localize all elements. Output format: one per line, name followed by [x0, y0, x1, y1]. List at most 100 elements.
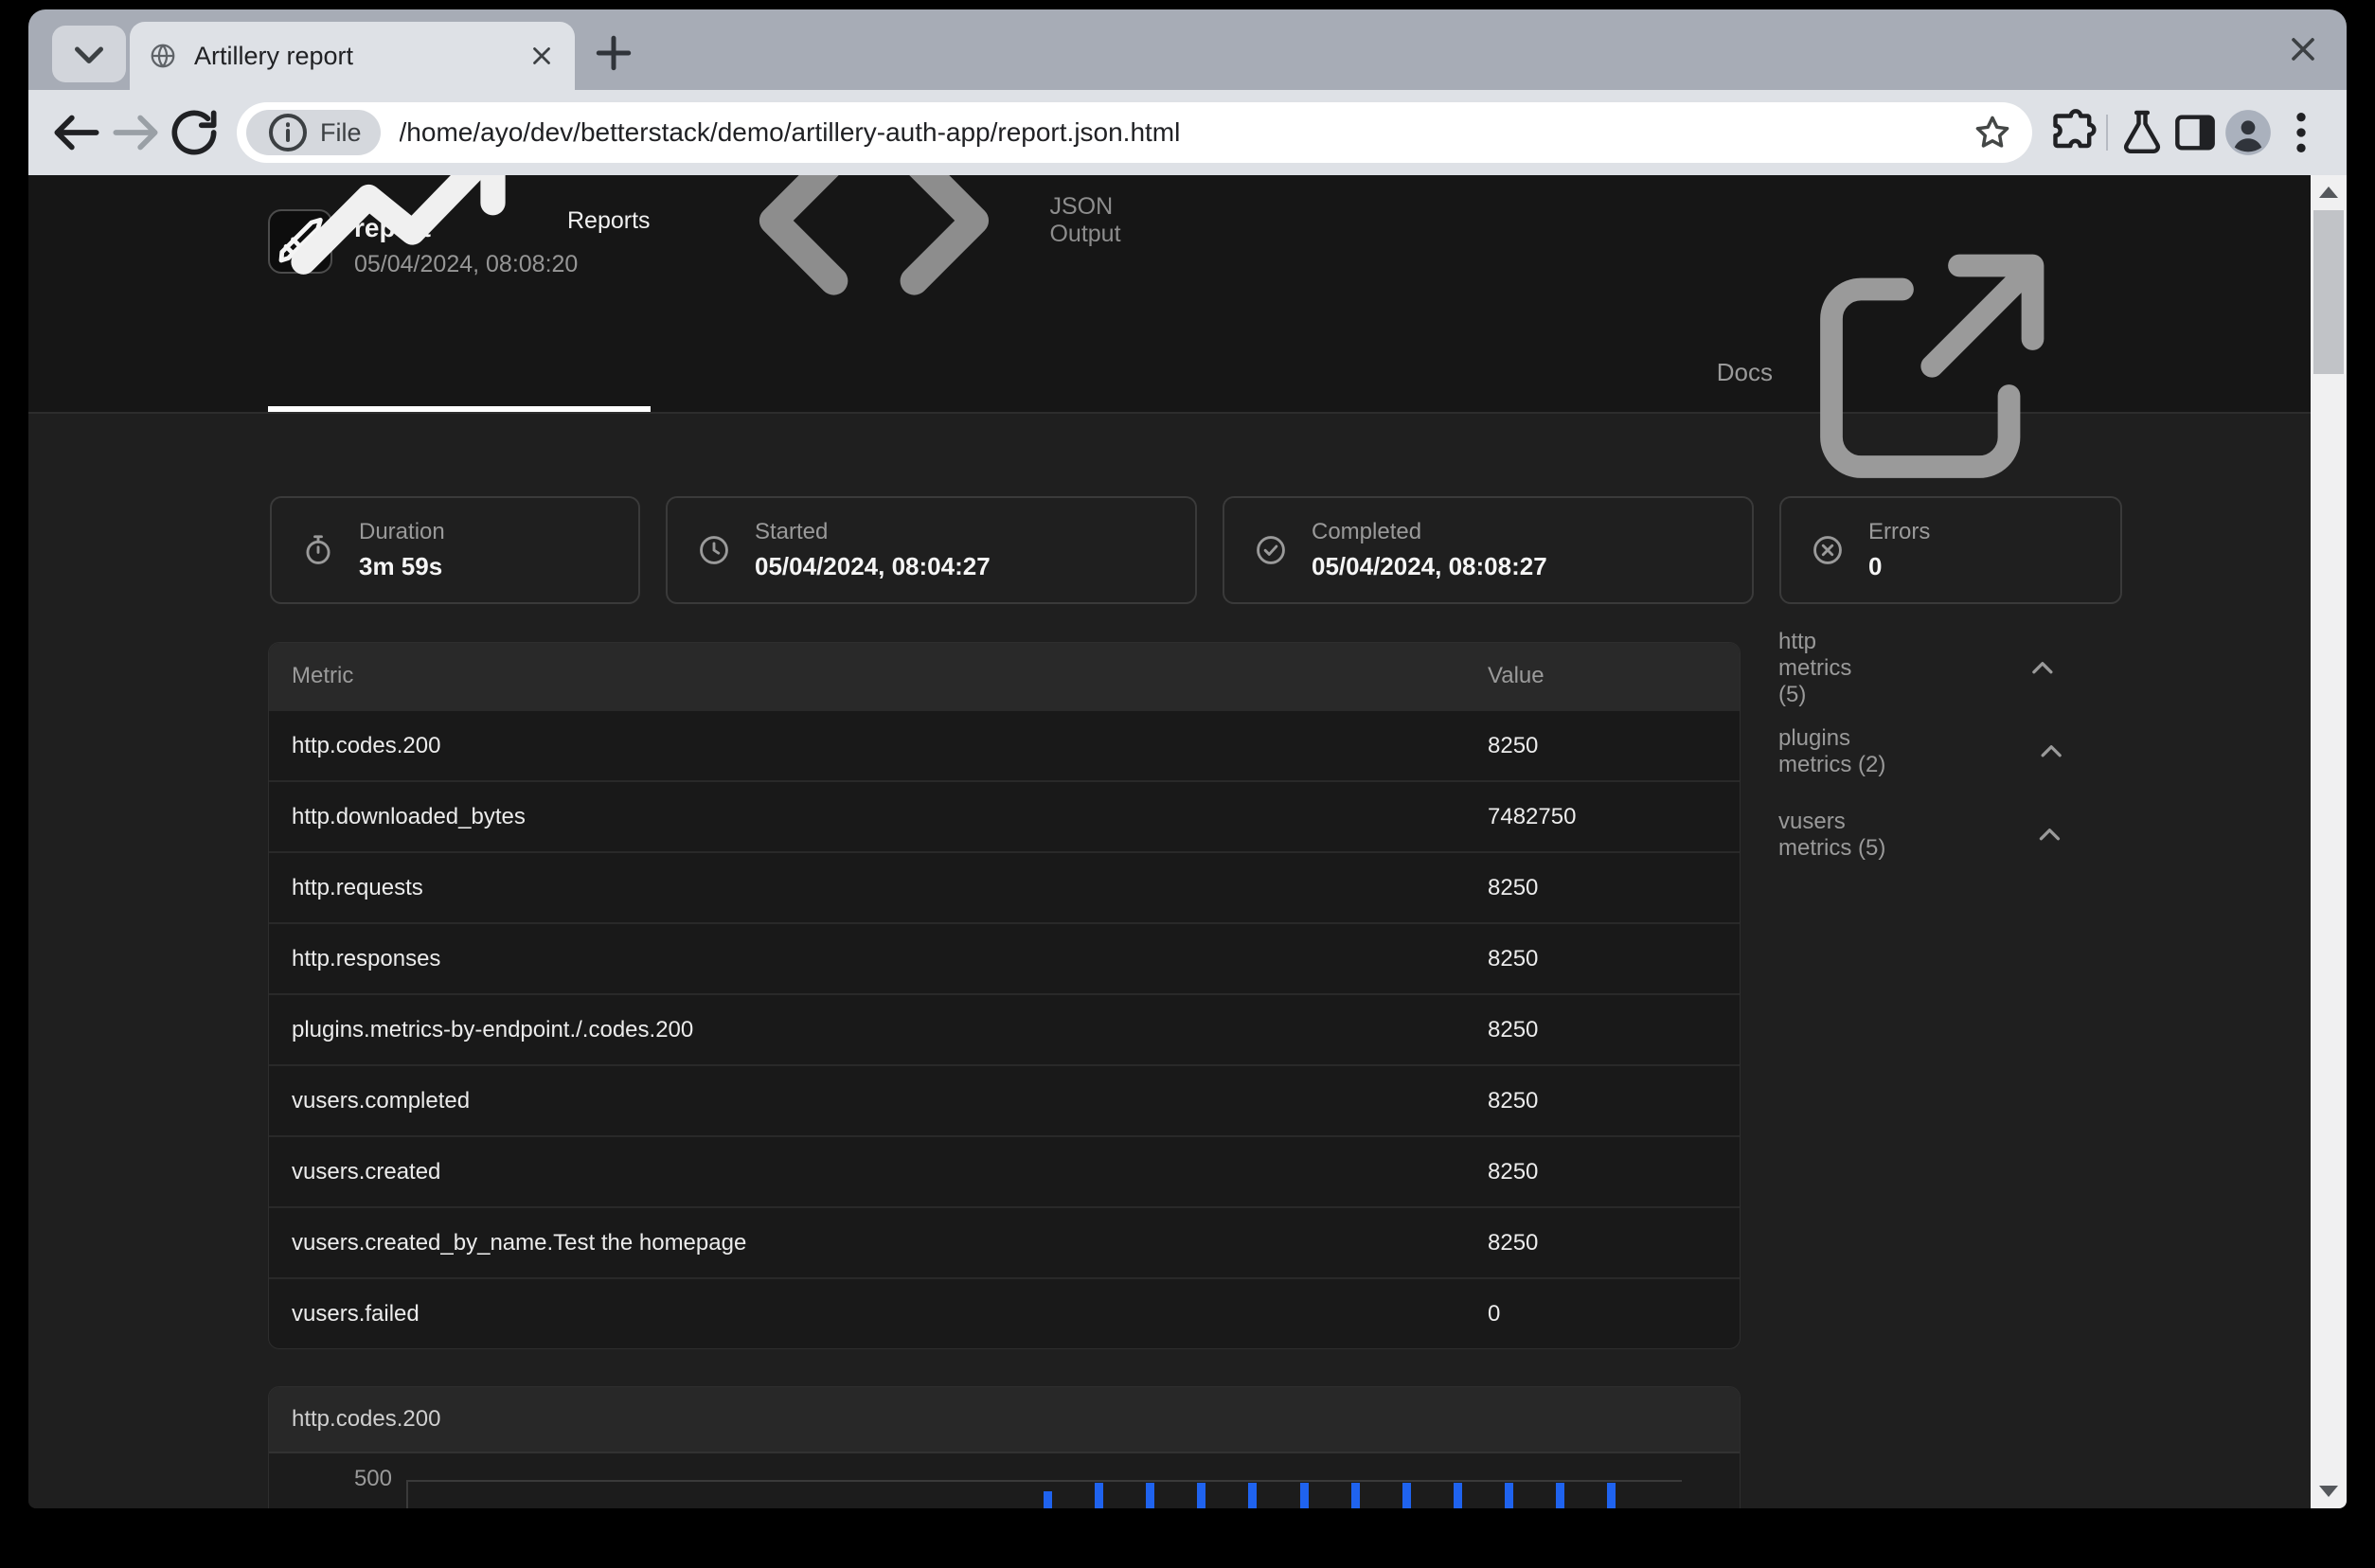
col-header-metric: Metric	[292, 663, 354, 688]
chart-bar	[1402, 1482, 1411, 1508]
stat-label: Completed	[1312, 519, 1422, 544]
chart-bar	[1248, 1482, 1258, 1508]
reload-button[interactable]	[165, 103, 223, 162]
window-close-button[interactable]	[2284, 30, 2322, 68]
chart-card: http.codes.200 500	[268, 1386, 1741, 1508]
forward-button[interactable]	[106, 103, 165, 162]
table-row: vusers.created_by_name.Test the homepage…	[269, 1206, 1740, 1277]
bookmark-star-icon[interactable]	[1972, 112, 2013, 153]
value-cell: 0	[1488, 1300, 1501, 1327]
metrics-nav-item[interactable]: vusers metrics (5)	[1778, 809, 2186, 861]
file-scheme-chip[interactable]: File	[246, 110, 381, 155]
stat-value: 3m 59s	[359, 552, 443, 580]
chart-bar	[1350, 1482, 1360, 1508]
metric-cell: http.downloaded_bytes	[292, 803, 526, 829]
stat-value: 0	[1868, 552, 1883, 580]
metric-cell: http.requests	[292, 874, 423, 900]
screenshot-frame: Artillery report File /home/ayo/dev/bett…	[0, 0, 2375, 1568]
avatar	[2223, 108, 2273, 157]
scrollbar-down-arrow[interactable]	[2311, 1474, 2347, 1508]
value-cell: 8250	[1488, 945, 1539, 971]
toolbar-divider	[2106, 115, 2108, 151]
report-tab-nav: Reports JSON Output	[268, 175, 1152, 412]
summary-cards: Duration 3m 59s Started 05/04/2024, 08:0…	[270, 496, 2122, 604]
code-icon	[713, 175, 1035, 382]
y-axis-line	[406, 1480, 408, 1508]
side-panel-button[interactable]	[2169, 106, 2222, 159]
chart-plot: 500	[269, 1453, 1740, 1508]
stat-card: Errors 0	[1779, 496, 2122, 604]
tab-close-icon[interactable]	[527, 42, 556, 70]
table-row: http.downloaded_bytes 7482750	[269, 780, 1740, 851]
stat-label: Duration	[359, 519, 445, 544]
url-bar[interactable]: File /home/ayo/dev/betterstack/demo/arti…	[237, 102, 2032, 163]
tab-reports[interactable]: Reports	[268, 175, 651, 412]
stat-label: Errors	[1868, 519, 1931, 544]
scrollbar-up-arrow[interactable]	[2311, 175, 2347, 209]
chart-bar	[1556, 1482, 1564, 1508]
chart-bar	[1197, 1482, 1206, 1508]
metrics-nav-label: plugins metrics (2)	[1778, 725, 1886, 777]
metrics-nav-item[interactable]: http metrics (5)	[1778, 629, 2186, 707]
scrollbar[interactable]	[2311, 175, 2347, 1508]
tab-json-output-label: JSON Output	[1049, 193, 1121, 248]
chevron-up-icon	[1917, 735, 2186, 769]
metric-cell: plugins.metrics-by-endpoint./.codes.200	[292, 1016, 694, 1042]
table-row: plugins.metrics-by-endpoint./.codes.200 …	[269, 993, 1740, 1064]
metric-cell: vusers.created_by_name.Test the homepage	[292, 1229, 747, 1256]
chart-bar	[1504, 1482, 1513, 1508]
chevron-up-icon	[1900, 651, 2186, 686]
value-cell: 8250	[1488, 732, 1539, 758]
report-header: report 05/04/2024, 08:08:20 Docs Reports…	[28, 175, 2311, 478]
chart-bar	[1453, 1482, 1462, 1508]
browser-menu-button[interactable]	[2275, 106, 2328, 159]
stopwatch-icon	[300, 532, 336, 568]
url-text[interactable]: /home/ayo/dev/betterstack/demo/artillery…	[400, 117, 1972, 148]
metrics-nav-label: http metrics (5)	[1778, 629, 1852, 707]
extensions-button[interactable]	[2045, 106, 2098, 159]
metric-cell: http.responses	[292, 945, 441, 971]
browser-window: Artillery report File /home/ayo/dev/bett…	[28, 9, 2347, 1508]
docs-label: Docs	[1716, 357, 1773, 386]
value-cell: 8250	[1488, 1087, 1539, 1114]
back-button[interactable]	[47, 103, 106, 162]
browser-tab[interactable]: Artillery report	[130, 22, 575, 90]
tab-reports-label: Reports	[567, 206, 651, 234]
reload-icon	[165, 103, 223, 162]
scrollbar-thumb[interactable]	[2313, 210, 2344, 374]
stat-card: Started 05/04/2024, 08:04:27	[666, 496, 1197, 604]
stat-card: Completed 05/04/2024, 08:08:27	[1223, 496, 1754, 604]
table-row: http.codes.200 8250	[269, 709, 1740, 780]
metrics-nav-item[interactable]: plugins metrics (2)	[1778, 725, 2186, 777]
side-panel-icon	[2169, 106, 2222, 159]
value-cell: 8250	[1488, 1016, 1539, 1042]
experiments-button[interactable]	[2116, 106, 2169, 159]
metric-cell: http.codes.200	[292, 732, 441, 758]
x-circle-icon	[1810, 532, 1846, 568]
new-tab-button[interactable]	[588, 27, 639, 79]
puzzle-icon	[2045, 106, 2098, 159]
value-cell: 7482750	[1488, 803, 1577, 829]
metric-cell: vusers.completed	[292, 1087, 471, 1114]
stat-value: 05/04/2024, 08:04:27	[755, 552, 991, 580]
check-circle-icon	[1253, 532, 1289, 568]
page-content: report 05/04/2024, 08:08:20 Docs Reports…	[28, 175, 2347, 1508]
value-cell: 8250	[1488, 1158, 1539, 1185]
table-header-row: Metric Value	[269, 643, 1740, 709]
chart-title: http.codes.200	[269, 1387, 1740, 1453]
globe-favicon-icon	[149, 42, 177, 70]
docs-link[interactable]: Docs	[1717, 230, 2068, 514]
trend-icon	[268, 175, 552, 382]
tab-search-button[interactable]	[52, 26, 126, 82]
gridline-500	[406, 1480, 1682, 1482]
tab-json-output[interactable]: JSON Output	[713, 175, 1153, 412]
value-cell: 8250	[1488, 1229, 1539, 1256]
file-chip-label: File	[320, 117, 362, 147]
stat-card: Duration 3m 59s	[270, 496, 640, 604]
chart-bar	[1095, 1482, 1104, 1508]
info-icon	[265, 110, 311, 155]
profile-button[interactable]	[2222, 106, 2275, 159]
browser-toolbar: File /home/ayo/dev/betterstack/demo/arti…	[28, 90, 2347, 175]
metrics-nav-label: vusers metrics (5)	[1778, 809, 1886, 861]
metric-cell: vusers.failed	[292, 1300, 420, 1327]
